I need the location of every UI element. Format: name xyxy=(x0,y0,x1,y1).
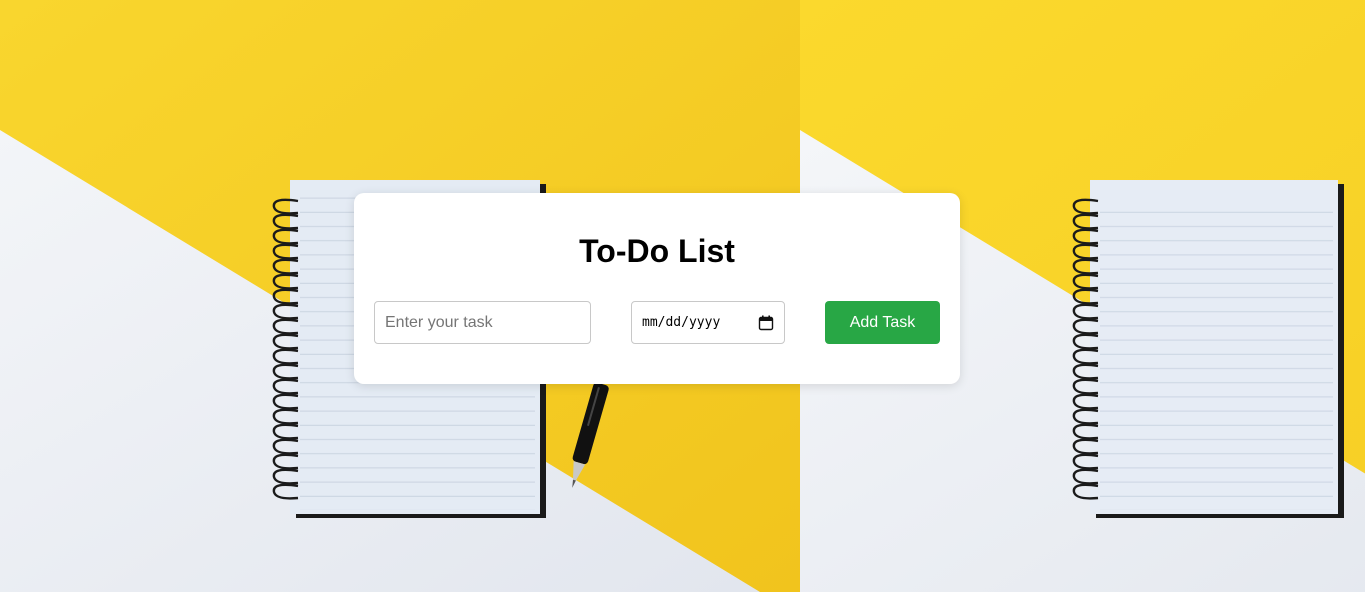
date-placeholder: mm/dd/yyyy xyxy=(642,315,721,330)
due-date-input[interactable]: mm/dd/yyyy xyxy=(631,301,785,344)
page-title: To-Do List xyxy=(579,233,735,269)
add-task-button[interactable]: Add Task xyxy=(825,301,940,344)
todo-card: To-Do List mm/dd/yyyy Add Task xyxy=(354,193,960,384)
task-input[interactable] xyxy=(374,301,591,344)
calendar-icon[interactable] xyxy=(758,315,774,331)
